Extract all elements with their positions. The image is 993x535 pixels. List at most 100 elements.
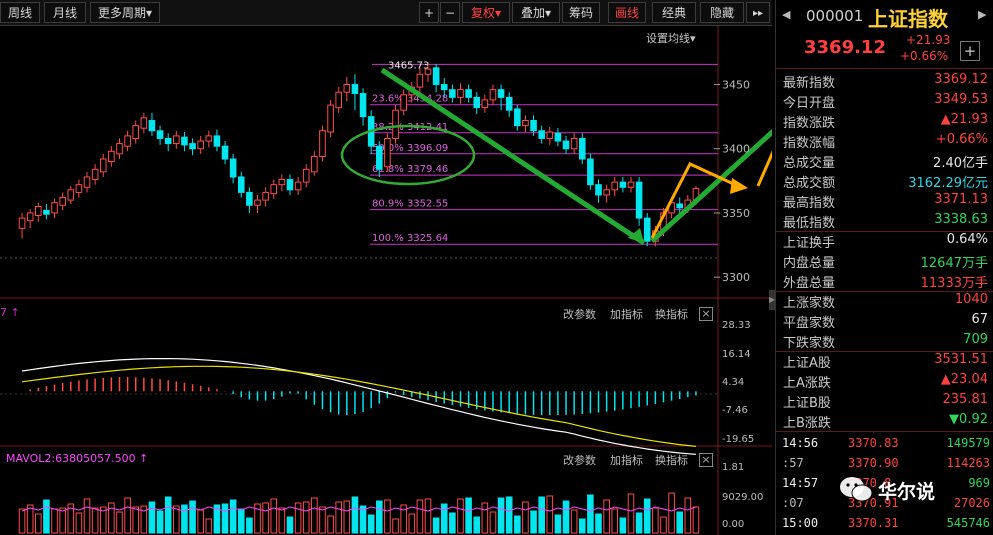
volume-bar [457,498,464,534]
volume-bar [538,496,545,534]
volume-bar [286,516,294,534]
candle-down [375,145,383,170]
stat-label: 上B涨跌 [783,416,831,431]
stat-row: 最低指数 3338.63 [776,211,993,231]
candle-down [497,89,505,98]
candle-up [384,137,391,168]
vol-change-params[interactable]: 改参数 [563,452,596,468]
volume-bar [375,500,383,534]
divider [776,68,993,69]
macd-add-indicator[interactable]: 加指标 [610,306,643,322]
close-icon[interactable]: × [699,453,713,467]
stat-label: 平盘家数 [783,316,836,331]
volume-bar [481,502,489,534]
candle-up [302,168,310,183]
next-stock-icon[interactable]: ▶ [978,8,986,21]
tick-time: :57 [782,456,804,470]
volume-bar [173,505,180,534]
volume-bar [91,507,99,534]
volume-bar [59,507,66,534]
candle-down [578,137,586,160]
vol-ma-line [21,506,697,512]
stat-row: 内盘总量 12647万手 [776,251,993,271]
volume-bar [237,508,245,534]
stat-row: 上A涨跌 ▲23.04 [776,371,993,391]
macd-axis-label: 4.34 [722,377,744,388]
volume-bar [432,517,440,534]
tick-row: 15:00 3370.31 545746 [776,514,993,534]
volume-bar [660,516,667,534]
stock-code: 000001 [806,7,864,25]
candle-down [181,136,188,146]
volume-bar [514,515,521,534]
prev-stock-icon[interactable]: ◀ [782,8,790,21]
fib-high-label: 3465.73 [388,60,429,71]
candle-up [400,94,407,111]
volume-bar [619,517,627,534]
stat-row: 指数涨幅 +0.66% [776,131,993,151]
candle-up [570,137,578,150]
stat-label: 下跌家数 [783,336,836,351]
tick-volume: 149579 [946,436,990,450]
volume-bar [384,499,391,534]
candle-up [26,212,34,222]
vol-add-indicator[interactable]: 加指标 [610,452,643,468]
candle-up [343,84,351,93]
add-watchlist-icon[interactable]: + [960,41,980,61]
tick-volume: 27026 [953,496,990,510]
stat-row: 上涨家数 1040 [776,291,993,311]
volume-bar [124,497,131,534]
candle-up [335,91,343,109]
volume-bar [652,507,659,534]
volume-bar [643,498,651,534]
macd-change-params[interactable]: 改参数 [563,306,596,322]
macd-dif-line [22,358,696,455]
stat-value: 0.64% [946,232,988,247]
vol-switch-indicator[interactable]: 换指标 [655,452,688,468]
wechat-icon [840,477,873,502]
candle-up [67,189,75,201]
volume-bar [311,497,318,534]
volume-bar [246,517,253,534]
stock-name: 上证指数 [868,7,948,31]
macd-switch-indicator[interactable]: 换指标 [655,306,688,322]
volume-bar [473,516,481,534]
stat-value: 3531.51 [934,352,988,367]
volume-bar [505,496,513,534]
stat-label: 最新指数 [783,76,836,91]
stat-value: ▲21.93 [940,112,988,127]
fib-label: 100.% 3325.64 [372,233,448,244]
stat-label: 内盘总量 [783,256,836,271]
volume-bar [164,496,172,534]
vol-header: MAVOL2:63805057.500 ↑ [6,452,149,465]
stat-label: 总成交量 [783,156,836,171]
candle-up [140,117,148,129]
candle-up [311,155,318,173]
close-icon[interactable]: × [699,307,713,321]
tick-price: 3370.83 [848,436,899,450]
stat-row: 今日开盘 3349.53 [776,91,993,111]
candle-up [124,135,131,147]
fib-label: 23.6% 3434.28 [372,94,448,105]
stat-row: 指数涨跌 ▲21.93 [776,111,993,131]
volume-bar [197,509,204,534]
candle-up [392,109,399,139]
candle-down [156,130,164,139]
divider [776,431,993,432]
candle-up [51,202,58,214]
candle-up [319,130,326,157]
candle-up [59,197,66,206]
volume-bar [449,512,456,534]
macd-dea-line [22,365,696,447]
candle-down [514,108,521,127]
volume-bar [627,493,635,534]
price-change: +21.93 [906,33,951,47]
watermark: 华尔说 [838,472,948,506]
stat-row: 总成交额 3162.29亿元 [776,171,993,191]
stat-value: +0.66% [935,132,988,147]
candle-down [643,217,651,242]
candle-up [489,89,497,101]
stock-app: 周线 月线 更多周期▾ + − 复权▾ 叠加▾ 筹码 画线 经典 隐藏 ▸▸ 设… [0,0,993,535]
candle-down [359,93,367,118]
volume-bar [262,502,269,534]
